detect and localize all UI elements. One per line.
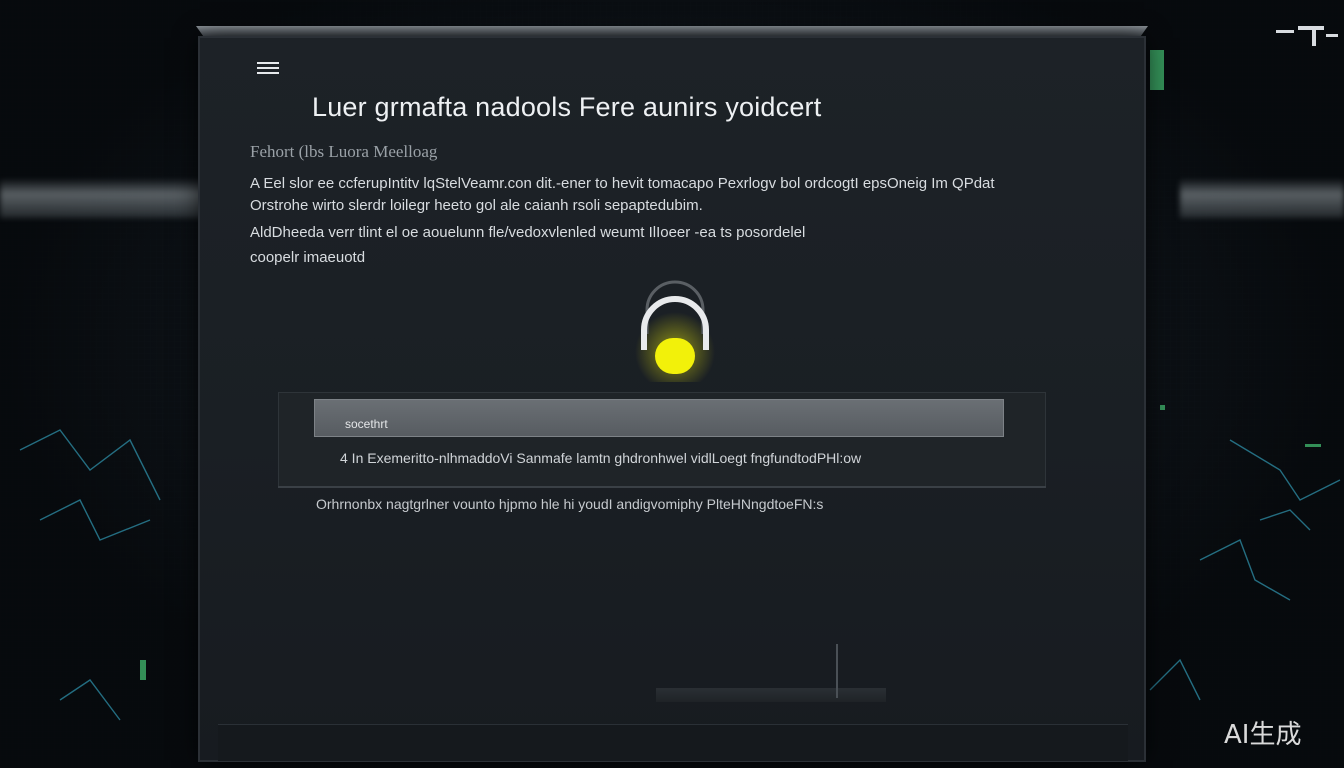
vertical-divider: [836, 644, 838, 698]
dialog-subtitle: Fehort (lbs Luora Meelloag: [250, 142, 438, 161]
bottom-scrollbar[interactable]: [656, 688, 886, 702]
search-result-text[interactable]: 4 In Exemeritto-nlhmaddoVi Sanmafe lamtn…: [340, 450, 861, 466]
description-line-4: coopelr imaeuotd: [250, 249, 366, 266]
search-input[interactable]: [314, 399, 1004, 437]
ai-generated-watermark: AI生成: [1224, 720, 1302, 750]
description-line-2: Orstrohe wirto slerdr loilegr heeto gol …: [250, 197, 703, 214]
dialog-title: Luer grmafta nadools Fere aunirs yoidcer…: [312, 92, 822, 122]
hamburger-menu-icon[interactable]: [257, 62, 279, 76]
corner-logo-icon: [1276, 26, 1338, 46]
dialog-footer-bar: [218, 724, 1128, 761]
search-panel-edge: [278, 486, 1046, 488]
description-line-3: AldDheeda verr tlint el oe aouelunn fle/…: [250, 224, 806, 241]
padlock-icon: [635, 280, 715, 382]
description-line-1: A Eel slor ee ccferupIntitv lqStelVeamr.…: [250, 175, 995, 192]
footnote-text: Orhrnonbx nagtgrlner vounto hjpmo hle hi…: [316, 496, 824, 512]
